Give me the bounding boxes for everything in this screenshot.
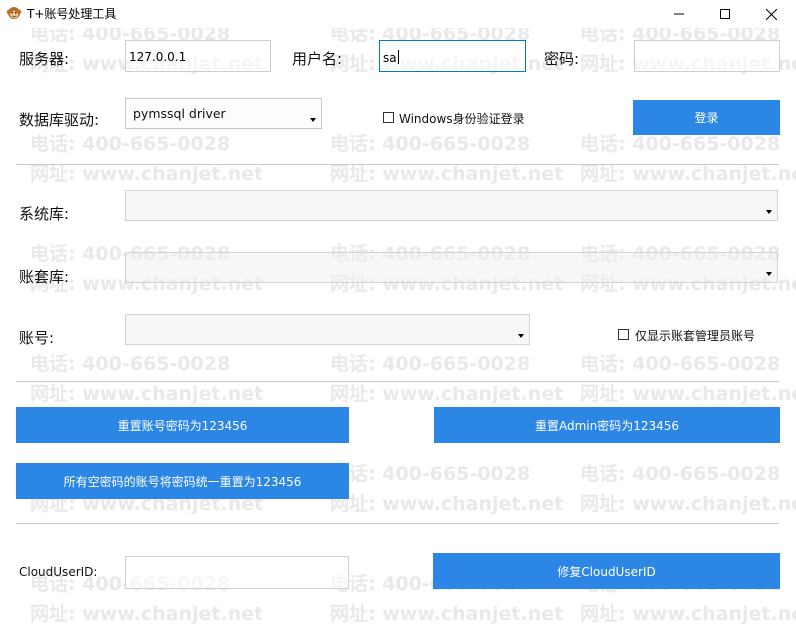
reset-empty-passwords-label: 所有空密码的账号将密码统一重置为123456 [63,474,302,489]
cloud-user-id-input[interactable] [125,556,349,589]
divider [16,381,779,382]
chevron-down-icon [518,334,524,338]
reset-admin-password-label: 重置Admin密码为123456 [534,418,680,433]
account-set-db-select[interactable] [125,252,778,283]
fix-cloud-user-id-button[interactable]: 修复CloudUserID [433,553,780,589]
account-label: 账号: [19,329,55,347]
windows-auth-checkbox[interactable] [383,112,394,123]
reset-admin-password-button[interactable]: 重置Admin密码为123456 [434,407,780,443]
username-value: sa [383,51,397,65]
divider [16,164,779,165]
driver-select[interactable]: pymssql driver [125,98,322,129]
reset-empty-passwords-button[interactable]: 所有空密码的账号将密码统一重置为123456 [16,463,349,499]
app-window: 电话: 400-665-0028 电话: 400-665-0028 电话: 400-… [0,0,796,629]
password-label: 密码: [544,50,580,68]
admin-only-label: 仅显示账套管理员账号 [635,329,756,343]
driver-selected: pymssql driver [133,106,226,121]
chevron-down-icon [766,210,772,214]
password-input[interactable] [634,40,780,72]
fix-cloud-user-id-label: 修复CloudUserID [557,564,656,579]
server-input[interactable]: 127.0.0.1 [125,40,271,72]
chevron-down-icon [310,118,316,122]
login-button-label: 登录 [694,111,719,125]
reset-account-password-button[interactable]: 重置账号密码为123456 [16,407,349,443]
server-value: 127.0.0.1 [129,50,187,64]
account-select[interactable] [125,314,530,345]
text-caret [397,50,399,64]
username-input[interactable]: sa [379,40,526,72]
divider [16,523,779,524]
username-label: 用户名: [292,50,343,68]
login-button[interactable]: 登录 [633,100,780,135]
account-set-db-label: 账套库: [19,268,70,286]
chevron-down-icon [766,272,772,276]
reset-account-password-label: 重置账号密码为123456 [117,418,248,433]
form-area: 服务器: 127.0.0.1 用户名: sa 密码: 数据库驱动: pymssq… [0,0,796,629]
system-db-select[interactable] [125,190,778,221]
server-label: 服务器: [19,50,70,68]
admin-only-checkbox[interactable] [618,329,629,340]
system-db-label: 系统库: [19,205,70,223]
driver-label: 数据库驱动: [19,111,100,129]
cloud-user-id-label: CloudUserID: [19,565,98,579]
windows-auth-label: Windows身份验证登录 [399,112,525,126]
